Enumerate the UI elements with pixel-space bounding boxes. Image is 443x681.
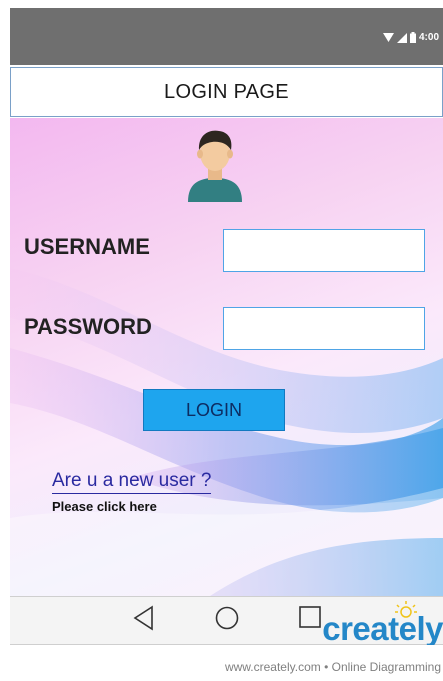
battery-icon [409, 32, 416, 43]
username-input[interactable] [223, 229, 425, 272]
password-input[interactable] [223, 307, 425, 350]
page-title: LOGIN PAGE [164, 80, 289, 103]
status-bar: 4:00 [10, 8, 443, 65]
phone-screen: 4:00 LOGIN PAGE USERNAME PASSWORD LOGIN … [10, 0, 443, 645]
creately-logo-text: creately [322, 610, 443, 645]
username-label: USERNAME [24, 234, 150, 259]
signal-icon [396, 32, 407, 43]
creately-watermark: creately [293, 601, 443, 645]
new-user-link[interactable]: Are u a new user ? [52, 470, 212, 494]
status-time: 4:00 [418, 32, 439, 43]
status-icons: 4:00 [382, 32, 439, 43]
login-button[interactable]: LOGIN [143, 389, 285, 431]
title-bar: LOGIN PAGE [10, 67, 443, 117]
watermark-url: www.creately.com • Online Diagramming [224, 660, 441, 674]
password-label: PASSWORD [24, 314, 152, 339]
user-avatar-icon [188, 130, 242, 202]
wifi-icon [382, 33, 394, 42]
signup-link[interactable]: Please click here [52, 499, 157, 514]
back-icon[interactable] [132, 605, 156, 631]
login-content: USERNAME PASSWORD LOGIN Are u a new user… [10, 118, 443, 596]
home-icon[interactable] [214, 605, 240, 631]
